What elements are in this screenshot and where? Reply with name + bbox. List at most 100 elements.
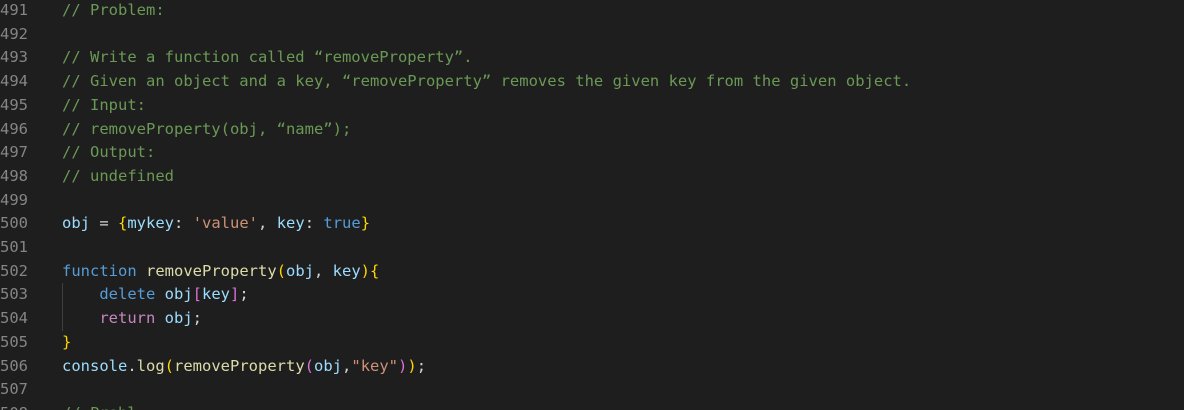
code-token: ; <box>239 285 249 304</box>
code-token: , <box>258 214 277 233</box>
code-line[interactable]: 501 <box>0 235 1184 259</box>
code-line[interactable]: 500 obj = {mykey: 'value', key: true} <box>0 211 1184 235</box>
code-line[interactable]: 496 // removeProperty(obj, “name”); <box>0 117 1184 141</box>
line-number: 505 <box>0 332 28 351</box>
code-text: // Given an object and a key, “removePro… <box>62 69 911 93</box>
line-number: 501 <box>0 238 28 256</box>
code-line[interactable]: 494 // Given an object and a key, “remove… <box>0 69 1184 93</box>
line-number: 492 <box>0 24 28 43</box>
code-text: // undefined <box>62 164 174 188</box>
code-token: obj <box>164 285 193 304</box>
code-text: // Write a function called “removeProper… <box>62 45 473 69</box>
code-token: delete <box>99 285 156 304</box>
code-token: true <box>323 214 361 233</box>
code-token: : <box>174 214 193 233</box>
code-token: obj <box>314 356 343 375</box>
code-line[interactable]: 502 function removeProperty(obj, key){ <box>0 259 1184 283</box>
code-text: } <box>62 330 71 354</box>
code-token: ( <box>276 261 286 280</box>
code-line[interactable]: 507 <box>0 377 1184 401</box>
code-token: ) <box>407 356 417 375</box>
code-token: // Given an object and a key, “removePro… <box>62 72 912 91</box>
code-line[interactable]: 492 <box>0 22 1184 46</box>
code-line[interactable]: 504 return obj; <box>0 306 1184 330</box>
code-token: [ <box>192 285 203 304</box>
code-text: // Input: <box>62 93 146 117</box>
code-token: // Problem: <box>62 1 165 19</box>
code-line[interactable]: 508 // Probl <box>0 401 1184 410</box>
code-token: // Output: <box>62 143 156 162</box>
line-number: 491 <box>0 1 28 19</box>
code-line[interactable]: 498 // undefined <box>0 164 1184 188</box>
code-token: return <box>99 309 156 328</box>
line-number: 499 <box>0 190 28 209</box>
code-text: delete obj[key]; <box>62 282 249 306</box>
code-token: obj <box>62 214 90 233</box>
code-token: . <box>127 356 137 375</box>
code-line[interactable]: 503 delete obj[key]; <box>0 282 1184 306</box>
code-token: ( <box>164 356 175 375</box>
code-token: } <box>62 332 72 351</box>
code-token: log <box>136 356 165 375</box>
code-token: ] <box>230 285 240 304</box>
code-token: "key" <box>351 356 399 375</box>
code-token: ( <box>304 356 315 375</box>
code-token: removeProperty <box>146 261 277 280</box>
line-number: 502 <box>0 261 28 280</box>
line-number: 494 <box>0 72 28 91</box>
code-token: = <box>90 214 118 233</box>
code-text: console.log(removeProperty(obj,"key")); <box>62 354 426 378</box>
line-number: 508 <box>0 401 42 410</box>
code-token: obj <box>164 309 193 328</box>
code-line[interactable]: 493 // Write a function called “removePro… <box>0 45 1184 69</box>
line-number: 500 <box>0 214 28 233</box>
code-token: function <box>62 261 137 280</box>
code-token: // Input: <box>62 95 146 114</box>
code-token: 'value' <box>192 214 259 233</box>
code-text: return obj; <box>62 306 202 330</box>
code-text: // removeProperty(obj, “name”); <box>62 117 351 141</box>
line-number: 498 <box>0 166 28 185</box>
code-line[interactable]: 499 <box>0 188 1184 212</box>
line-number: 493 <box>0 48 28 67</box>
code-line[interactable]: 506 console.log(removeProperty(obj,"key")… <box>0 354 1184 378</box>
code-text: obj = {mykey: 'value', key: true} <box>62 211 370 235</box>
code-token: key <box>202 285 231 304</box>
code-token: // removeProperty(obj, “name”); <box>62 119 352 138</box>
code-text: // Problem: <box>62 0 165 22</box>
line-number: 507 <box>0 380 28 399</box>
line-number: 506 <box>0 356 28 375</box>
code-token: mykey <box>127 214 175 233</box>
code-token: { <box>370 261 380 280</box>
code-token: ; <box>192 309 203 328</box>
code-token: ) <box>398 356 408 375</box>
code-token: key <box>332 261 361 280</box>
code-token: } <box>360 214 371 233</box>
line-number: 497 <box>0 143 28 162</box>
code-line[interactable]: 491 // Problem: <box>0 0 1184 22</box>
code-line[interactable]: 505} <box>0 330 1184 354</box>
code-token: removeProperty <box>174 356 305 375</box>
line-number: 504 <box>0 309 28 328</box>
code-text: function removeProperty(obj, key){ <box>62 259 379 283</box>
code-token: { <box>118 214 128 233</box>
code-line[interactable]: 495 // Input: <box>0 93 1184 117</box>
code-token: console <box>62 356 128 375</box>
code-line[interactable]: 497 // Output: <box>0 140 1184 164</box>
code-token: // Write a function called “removeProper… <box>62 48 473 67</box>
code-token: : <box>304 214 324 233</box>
code-text: // Output: <box>62 140 155 164</box>
code-editor[interactable]: 491 // Problem: 492 493 // Write a function … <box>0 0 1184 410</box>
code-token: ; <box>416 356 427 375</box>
code-token: // Probl <box>62 404 137 410</box>
code-text: // Probl <box>62 401 137 410</box>
line-number: 495 <box>0 95 28 114</box>
code-token: , <box>314 261 333 280</box>
code-token: // undefined <box>62 166 174 185</box>
line-number: 503 <box>0 285 28 304</box>
